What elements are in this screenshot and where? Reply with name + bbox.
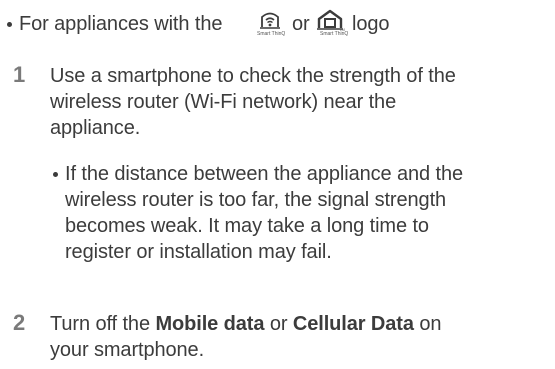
logo1-caption: Smart ThinQ — [257, 31, 286, 37]
step-1-sub-bullet — [53, 172, 58, 177]
cellular-data-label: Cellular Data — [292, 313, 414, 335]
logo2-trademark: TM — [339, 27, 345, 32]
intro-text-before: For appliances with the — [19, 13, 223, 35]
mobile-data-label: Mobile data — [155, 313, 265, 335]
step-2-text-or: or — [269, 313, 288, 335]
step-2-number: 2 — [13, 310, 26, 335]
step-1-line-1: Use a smartphone to check the strength o… — [50, 65, 456, 87]
step-1-line-2: wireless router (Wi-Fi network) near the — [50, 91, 397, 113]
intro-bullet — [7, 22, 12, 27]
intro-text-after: logo — [352, 13, 390, 35]
step-1-number: 1 — [13, 62, 26, 87]
step-1-sub-line-2: wireless router is too far, the signal s… — [65, 189, 447, 211]
step-2-text-before: Turn off the — [50, 313, 150, 335]
step-2-text-after: on — [419, 313, 442, 335]
step-1-line-3: appliance. — [50, 117, 141, 139]
smartthinq-wifi-logo-icon — [257, 9, 283, 31]
step-1-sub-line-3: becomes weak. It may take a long time to — [65, 215, 429, 237]
step-2-line-2: your smartphone. — [50, 339, 205, 361]
step-1-sub-line-1: If the distance between the appliance an… — [65, 163, 464, 185]
step-2-line-1: Turn off the Mobile data or Cellular Dat… — [50, 312, 441, 336]
step-1-sub-line-4: register or installation may fail. — [65, 241, 332, 263]
intro-text-or: or — [292, 13, 310, 35]
